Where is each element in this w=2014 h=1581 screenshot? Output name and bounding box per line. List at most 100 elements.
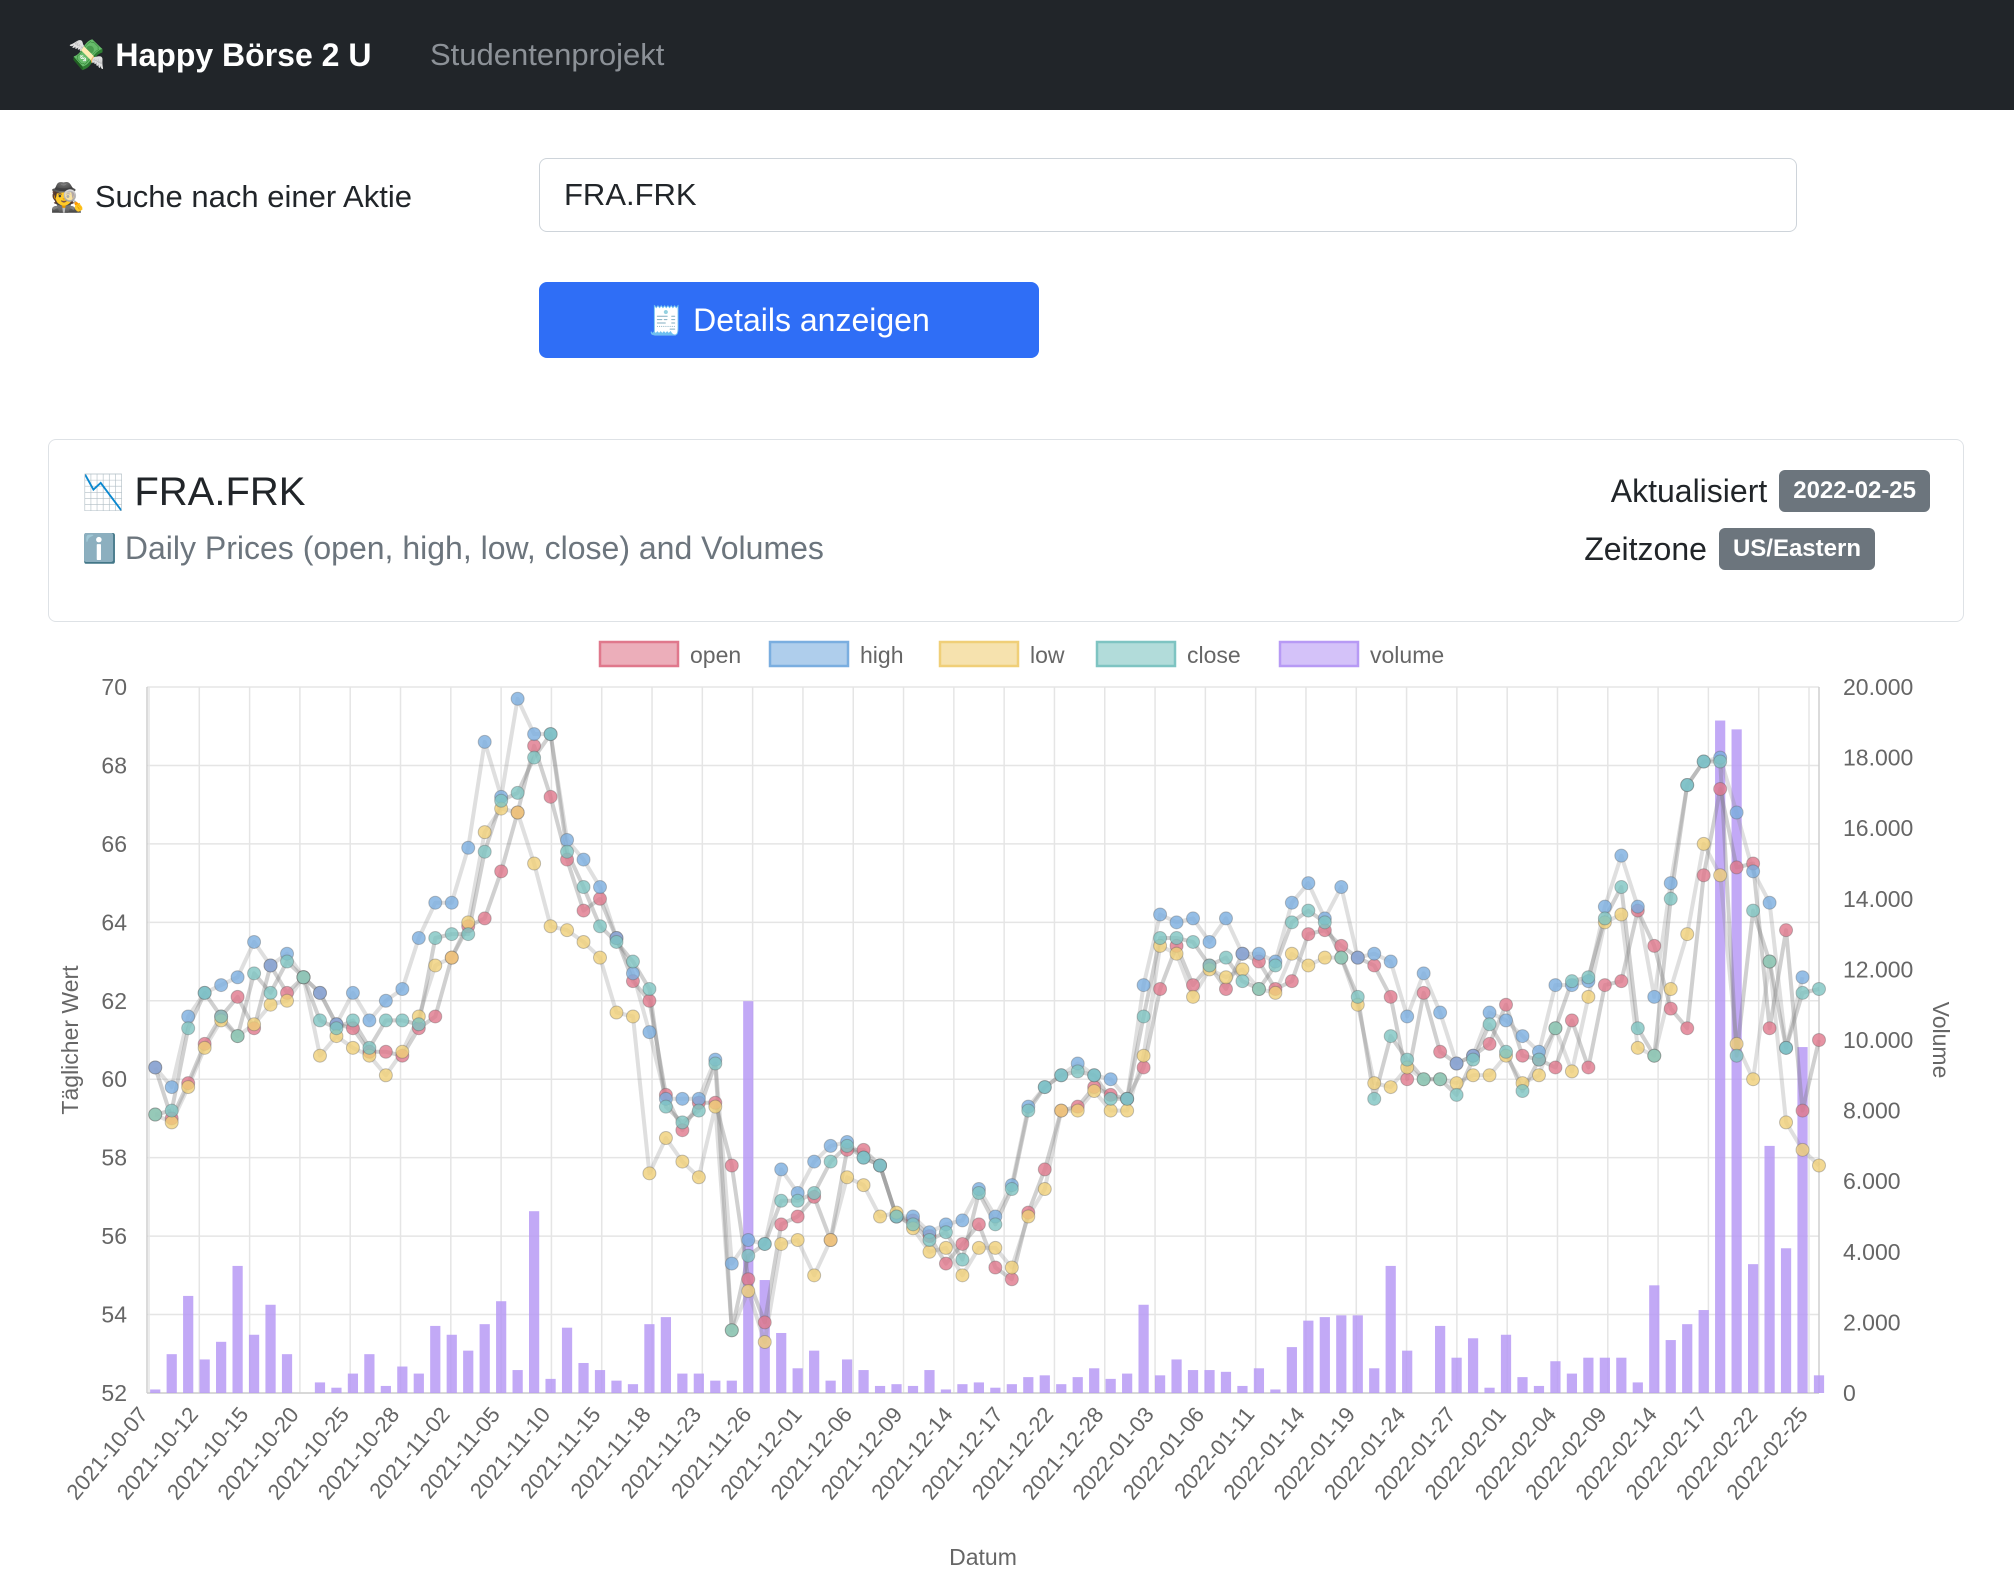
point-open	[1383, 989, 1398, 1004]
point-close	[1515, 1083, 1530, 1098]
point-high	[625, 966, 640, 981]
y2-tick-label: 0	[1843, 1380, 1856, 1406]
y2-tick-label: 2.000	[1843, 1309, 1901, 1335]
volume-bar	[858, 1370, 869, 1393]
volume-bar	[578, 1362, 589, 1393]
legend-label-high: high	[860, 642, 903, 668]
point-close	[1120, 1091, 1135, 1106]
point-close	[510, 785, 525, 800]
point-close	[1614, 880, 1629, 895]
point-close	[280, 954, 295, 969]
point-high	[1367, 946, 1382, 961]
point-low	[263, 997, 278, 1012]
volume-bar	[1171, 1359, 1182, 1393]
point-close	[1696, 754, 1711, 769]
point-close	[1153, 931, 1168, 946]
point-open	[1647, 938, 1662, 953]
point-close	[1746, 903, 1761, 918]
point-close	[1054, 1068, 1069, 1083]
point-close	[1564, 974, 1579, 989]
point-open	[1548, 1060, 1563, 1075]
details-button[interactable]: 🧾 Details anzeigen	[539, 282, 1039, 358]
timezone-label: Zeitzone	[1584, 530, 1707, 567]
volume-bar	[1352, 1315, 1363, 1393]
point-high	[395, 982, 410, 997]
point-close	[658, 1099, 673, 1114]
point-high	[1433, 1005, 1448, 1020]
point-low	[938, 1240, 953, 1255]
point-open	[1614, 974, 1629, 989]
point-high	[1169, 915, 1184, 930]
point-open	[477, 911, 492, 926]
point-close	[1779, 1040, 1794, 1055]
brand-label: Happy Börse 2 U	[115, 36, 372, 73]
point-low	[395, 1044, 410, 1059]
nav-link-studentenprojekt[interactable]: Studentenprojekt	[430, 28, 664, 82]
point-open	[1812, 1033, 1826, 1047]
point-high	[1614, 848, 1629, 863]
point-high	[164, 1080, 179, 1095]
search-label: 🕵️ Suche nach einer Aktie	[50, 170, 412, 224]
point-close	[823, 1154, 838, 1169]
point-low	[164, 1115, 179, 1130]
legend-swatch-high	[768, 640, 850, 668]
point-close	[560, 844, 575, 859]
y-tick-label: 70	[101, 674, 127, 700]
point-high	[823, 1138, 838, 1153]
point-high	[1647, 989, 1662, 1004]
point-high	[1416, 966, 1431, 981]
point-open	[1153, 982, 1168, 997]
point-close	[1581, 970, 1596, 985]
y2-tick-label: 16.000	[1843, 815, 1913, 841]
volume-bar	[973, 1382, 984, 1393]
point-open	[1301, 927, 1316, 942]
point-high	[774, 1162, 789, 1177]
volume-bar	[1385, 1265, 1396, 1393]
point-low	[1614, 907, 1629, 922]
chart-svg: 52 54 56 58 60 62 64 66 68 70 0 2.000 4.000 6.000 8.00…	[57, 640, 1954, 1570]
volume-bar	[1632, 1382, 1643, 1393]
point-close	[1630, 1021, 1645, 1036]
legend-swatch-open	[598, 640, 680, 668]
point-high	[1630, 899, 1645, 914]
point-low	[609, 1005, 624, 1020]
point-low	[428, 958, 443, 973]
point-open	[1597, 978, 1612, 993]
volume-bar	[1056, 1384, 1067, 1393]
search-input[interactable]	[539, 158, 1797, 232]
point-close	[1367, 1091, 1382, 1106]
point-open	[1795, 1103, 1810, 1118]
volume-bar	[1533, 1385, 1545, 1393]
point-high	[181, 1009, 196, 1024]
point-low	[840, 1170, 855, 1185]
money-wings-icon: 💸	[68, 38, 106, 72]
volume-bar	[1451, 1357, 1462, 1393]
volume-bar	[364, 1354, 375, 1393]
point-high	[312, 985, 327, 1000]
y-tick-label: 54	[101, 1302, 127, 1328]
point-close	[642, 982, 657, 997]
point-close	[675, 1115, 690, 1130]
point-high	[1663, 876, 1678, 891]
point-low	[576, 934, 591, 949]
point-high	[1251, 946, 1266, 961]
point-high	[1746, 864, 1761, 879]
point-close	[741, 1248, 756, 1263]
point-high	[230, 970, 245, 985]
point-close	[214, 1009, 229, 1024]
point-close	[807, 1185, 822, 1200]
y2-tick-label: 10.000	[1843, 1027, 1913, 1053]
point-close	[345, 1013, 360, 1028]
y-tick-label: 62	[101, 988, 127, 1014]
point-close	[1433, 1072, 1448, 1087]
point-low	[988, 1240, 1003, 1255]
point-close	[1383, 1029, 1398, 1044]
point-low	[1680, 927, 1695, 942]
point-open	[1680, 1021, 1695, 1036]
point-low	[593, 950, 608, 965]
point-low	[774, 1236, 789, 1251]
navbar-brand[interactable]: 💸 Happy Börse 2 U	[68, 28, 371, 82]
point-close	[988, 1217, 1003, 1232]
volume-bar	[1237, 1385, 1248, 1393]
point-close	[856, 1150, 871, 1165]
